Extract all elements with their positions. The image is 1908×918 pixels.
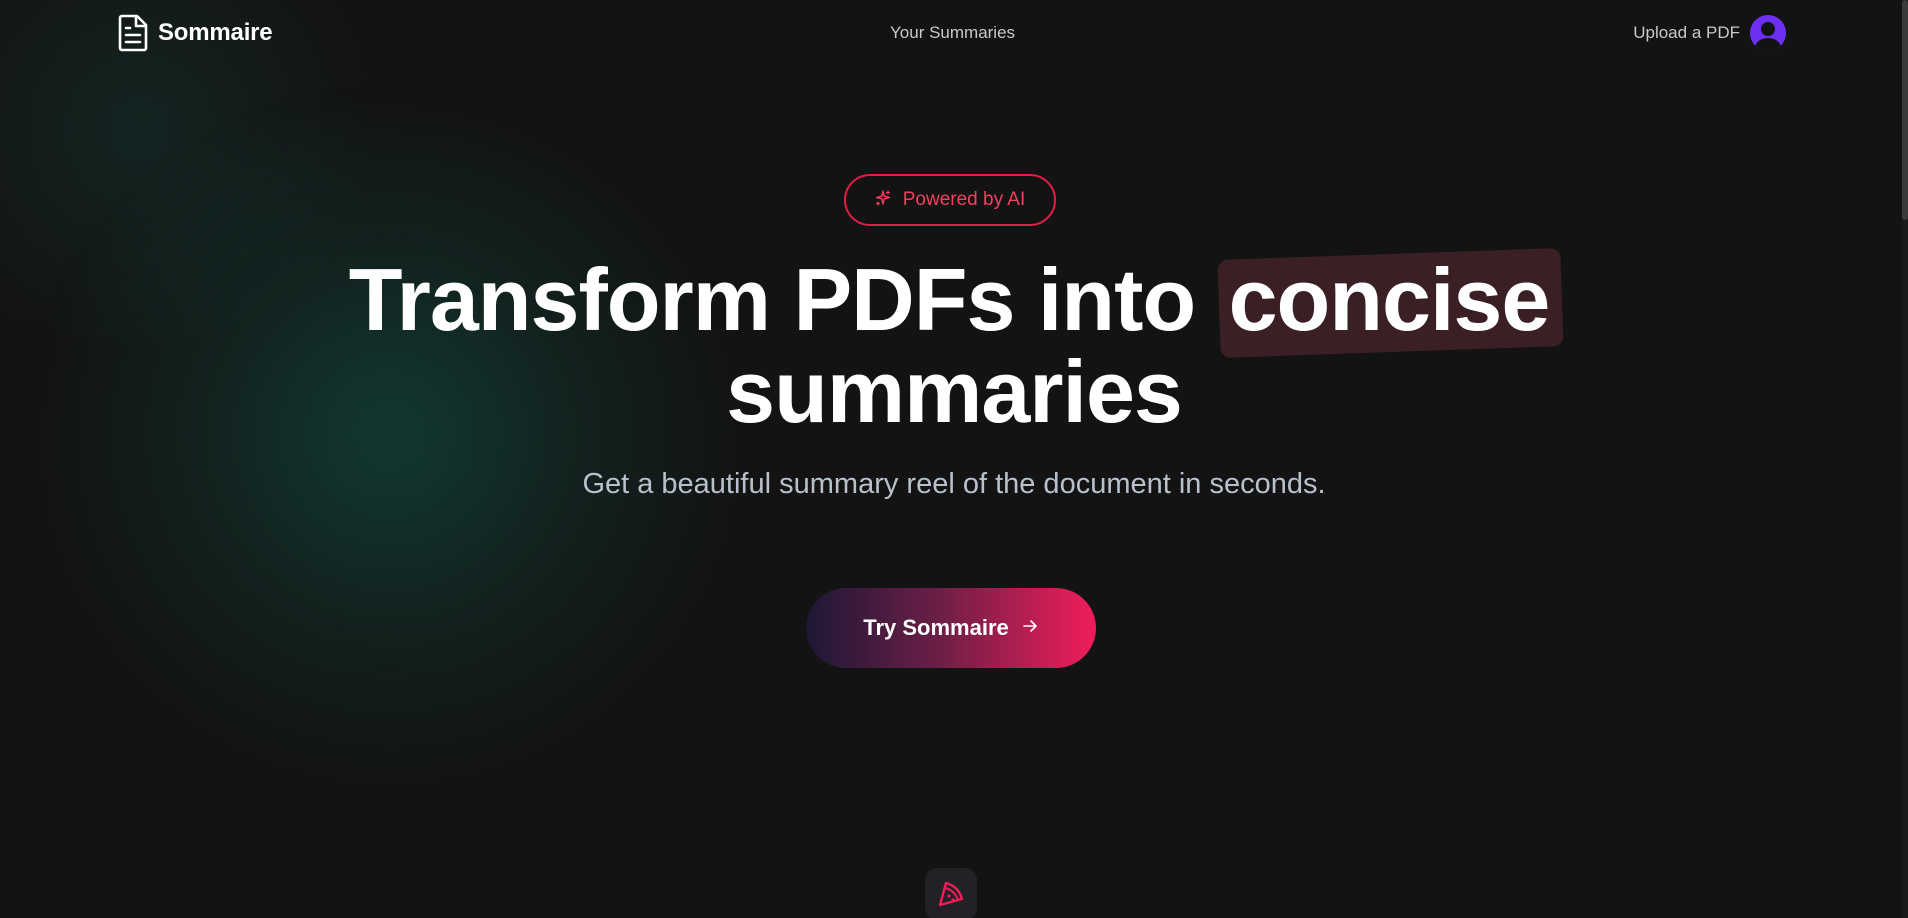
headline-part2: summaries	[726, 342, 1183, 441]
user-avatar-icon[interactable]	[1750, 15, 1786, 51]
avatar-body	[1755, 38, 1781, 51]
hero-subtitle: Get a beautiful summary reel of the docu…	[582, 468, 1326, 500]
headline-highlight-text: concise	[1228, 250, 1551, 349]
sparkles-icon	[875, 189, 891, 211]
headline-part1: Transform PDFs into	[348, 250, 1196, 349]
cta-label: Try Sommaire	[863, 615, 1009, 640]
nav-link-your-summaries[interactable]: Your Summaries	[890, 23, 1015, 43]
headline-highlight: concise	[1219, 254, 1560, 346]
powered-by-ai-badge[interactable]: Powered by AI	[844, 174, 1056, 226]
avatar-head	[1761, 22, 1775, 36]
page-scrollbar[interactable]	[1902, 0, 1908, 918]
nav-link-upload-pdf[interactable]: Upload a PDF	[1633, 23, 1740, 43]
badge-label: Powered by AI	[902, 189, 1026, 210]
arrow-right-icon	[1021, 617, 1039, 640]
pizza-slice-icon	[925, 868, 977, 918]
hero-headline: Transform PDFs into concise summaries	[0, 254, 1908, 438]
scrollbar-thumb[interactable]	[1902, 0, 1908, 220]
navbar: Sommaire Your Summaries Upload a PDF	[0, 0, 1908, 68]
brand-name: Sommaire	[158, 19, 273, 46]
brand-logo-link[interactable]: Sommaire	[118, 14, 273, 52]
nav-right-group: Upload a PDF	[1633, 15, 1786, 51]
document-icon	[118, 14, 148, 52]
landing-page: Sommaire Your Summaries Upload a PDF Pow…	[0, 0, 1908, 918]
try-sommaire-button[interactable]: Try Sommaire	[806, 588, 1096, 668]
